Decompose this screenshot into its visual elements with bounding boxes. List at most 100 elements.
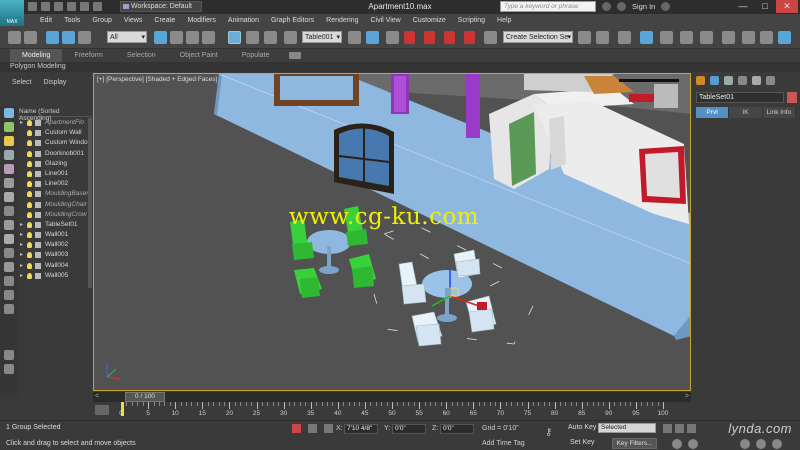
select-center-icon[interactable]: [348, 31, 361, 44]
visibility-bulb-icon[interactable]: [27, 150, 32, 157]
go-to-start-icon[interactable]: [663, 424, 672, 433]
list-item[interactable]: ▸ Wall004: [18, 261, 92, 271]
mini-curve-editor-icon[interactable]: [95, 405, 109, 415]
maximize-button[interactable]: □: [754, 0, 776, 13]
expand-arrow-icon[interactable]: ▸: [20, 271, 23, 281]
display-hidden-icon[interactable]: [4, 262, 14, 272]
tab-freeform[interactable]: Freeform: [62, 49, 114, 62]
named-selection-dropdown[interactable]: Table001: [302, 31, 342, 43]
auto-key-button[interactable]: Auto Key: [568, 424, 596, 431]
display-geometry-icon[interactable]: [4, 108, 14, 118]
display-none-icon[interactable]: [4, 290, 14, 300]
select-object-icon[interactable]: [154, 31, 167, 44]
visibility-bulb-icon[interactable]: [27, 160, 32, 167]
display-xrefs-icon[interactable]: [4, 206, 14, 216]
menu-rendering[interactable]: Rendering: [320, 17, 364, 24]
select-and-move-icon[interactable]: [228, 31, 241, 44]
y-coordinate-field[interactable]: 0'0": [392, 424, 426, 434]
scene-explorer-icon[interactable]: [618, 31, 631, 44]
previous-frame-icon[interactable]: [675, 424, 684, 433]
zoom-all-icon[interactable]: [688, 439, 698, 449]
open-file-icon[interactable]: [41, 2, 50, 11]
list-item[interactable]: Custom Wall: [18, 128, 92, 138]
tab-ik[interactable]: IK: [729, 107, 763, 118]
expand-arrow-icon[interactable]: ▸: [20, 230, 23, 240]
display-helpers-icon[interactable]: [4, 164, 14, 174]
menu-edit[interactable]: Edit: [34, 17, 58, 24]
explorer-options-icon[interactable]: [4, 364, 14, 374]
close-button[interactable]: ✕: [776, 0, 798, 13]
list-item[interactable]: Line001: [18, 169, 92, 179]
angle-snap-icon[interactable]: [424, 31, 435, 44]
search-input[interactable]: Type a keyword or phrase: [500, 1, 596, 12]
select-and-place-icon[interactable]: [284, 31, 297, 44]
set-key-button[interactable]: Set Key: [570, 439, 595, 446]
display-all-icon[interactable]: [4, 276, 14, 286]
display-containers-icon[interactable]: [4, 234, 14, 244]
time-slider[interactable]: < 0 / 100 >: [93, 392, 691, 402]
menu-modifiers[interactable]: Modifiers: [181, 17, 221, 24]
material-editor-icon[interactable]: [722, 31, 735, 44]
key-icon[interactable]: ⚷: [545, 427, 552, 438]
add-time-tag[interactable]: Add Time Tag: [482, 440, 525, 447]
selection-lock-icon[interactable]: [308, 424, 317, 433]
menu-civil-view[interactable]: Civil View: [364, 17, 406, 24]
object-color-swatch[interactable]: [787, 92, 797, 103]
z-coordinate-field[interactable]: 0'0": [440, 424, 474, 434]
list-item[interactable]: Glazing: [18, 159, 92, 169]
save-file-icon[interactable]: [54, 2, 63, 11]
tab-selection[interactable]: Selection: [115, 49, 168, 62]
tab-pivot[interactable]: Prvt: [696, 107, 730, 118]
explorer-select-tab[interactable]: Select: [12, 79, 31, 86]
modify-panel-icon[interactable]: [710, 76, 719, 85]
workspace-dropdown[interactable]: Workspace: Default: [120, 1, 202, 12]
list-item[interactable]: MouldingCrow: [18, 210, 92, 220]
isolate-selection-icon[interactable]: [292, 424, 301, 433]
expand-arrow-icon[interactable]: ▸: [20, 261, 23, 271]
visibility-bulb-icon[interactable]: [27, 130, 32, 137]
menu-tools[interactable]: Tools: [58, 17, 86, 24]
display-groups-icon[interactable]: [4, 192, 14, 202]
mirror-icon[interactable]: [578, 31, 591, 44]
explorer-display-tab[interactable]: Display: [43, 79, 66, 86]
minimize-button[interactable]: —: [732, 0, 754, 13]
menu-group[interactable]: Group: [86, 17, 117, 24]
visibility-bulb-icon[interactable]: [27, 201, 32, 208]
align-icon[interactable]: [596, 31, 609, 44]
utilities-panel-icon[interactable]: [766, 76, 775, 85]
select-and-rotate-icon[interactable]: [246, 31, 259, 44]
x-coordinate-field[interactable]: 7'10 4/8": [344, 424, 378, 434]
pan-icon[interactable]: [756, 439, 766, 449]
orbit-icon[interactable]: [740, 439, 750, 449]
tab-link-info[interactable]: Link Info: [762, 107, 796, 118]
display-spacewarps-icon[interactable]: [4, 178, 14, 188]
key-filters-button[interactable]: Key Filters...: [612, 438, 657, 449]
list-item[interactable]: Doorknob001: [18, 149, 92, 159]
viewport-label[interactable]: [+] [Perspective] [Shaded + Edged Faces]: [97, 76, 217, 83]
object-name-field[interactable]: TableSet01: [696, 92, 784, 103]
list-item[interactable]: ▸ Wall005: [18, 271, 92, 281]
redo-icon[interactable]: [24, 31, 37, 44]
time-slider-thumb[interactable]: 0 / 100: [125, 392, 165, 402]
list-item[interactable]: MouldingChair: [18, 200, 92, 210]
display-cameras-icon[interactable]: [4, 150, 14, 160]
perspective-viewport[interactable]: [+] [Perspective] [Shaded + Edged Faces]: [93, 73, 691, 391]
link-icon[interactable]: [46, 31, 59, 44]
spinner-snap-icon[interactable]: [464, 31, 475, 44]
display-bones-icon[interactable]: [4, 220, 14, 230]
layer-explorer-icon[interactable]: [640, 31, 653, 44]
create-selection-set-dropdown[interactable]: Create Selection Se: [503, 31, 573, 43]
list-item[interactable]: MouldingBaser: [18, 189, 92, 199]
menu-animation[interactable]: Animation: [222, 17, 265, 24]
invert-display-icon[interactable]: [4, 304, 14, 314]
keyboard-shortcut-icon[interactable]: [386, 31, 399, 44]
menu-create[interactable]: Create: [148, 17, 181, 24]
visibility-bulb-icon[interactable]: [27, 232, 32, 239]
explorer-column-header[interactable]: Name (Sorted Ascending): [18, 108, 92, 122]
undo-icon[interactable]: [8, 31, 21, 44]
tab-modeling[interactable]: Modeling: [10, 49, 63, 62]
render-setup-icon[interactable]: [742, 31, 755, 44]
motion-panel-icon[interactable]: [738, 76, 747, 85]
menu-customize[interactable]: Customize: [407, 17, 452, 24]
time-slider-prev[interactable]: <: [95, 393, 99, 400]
